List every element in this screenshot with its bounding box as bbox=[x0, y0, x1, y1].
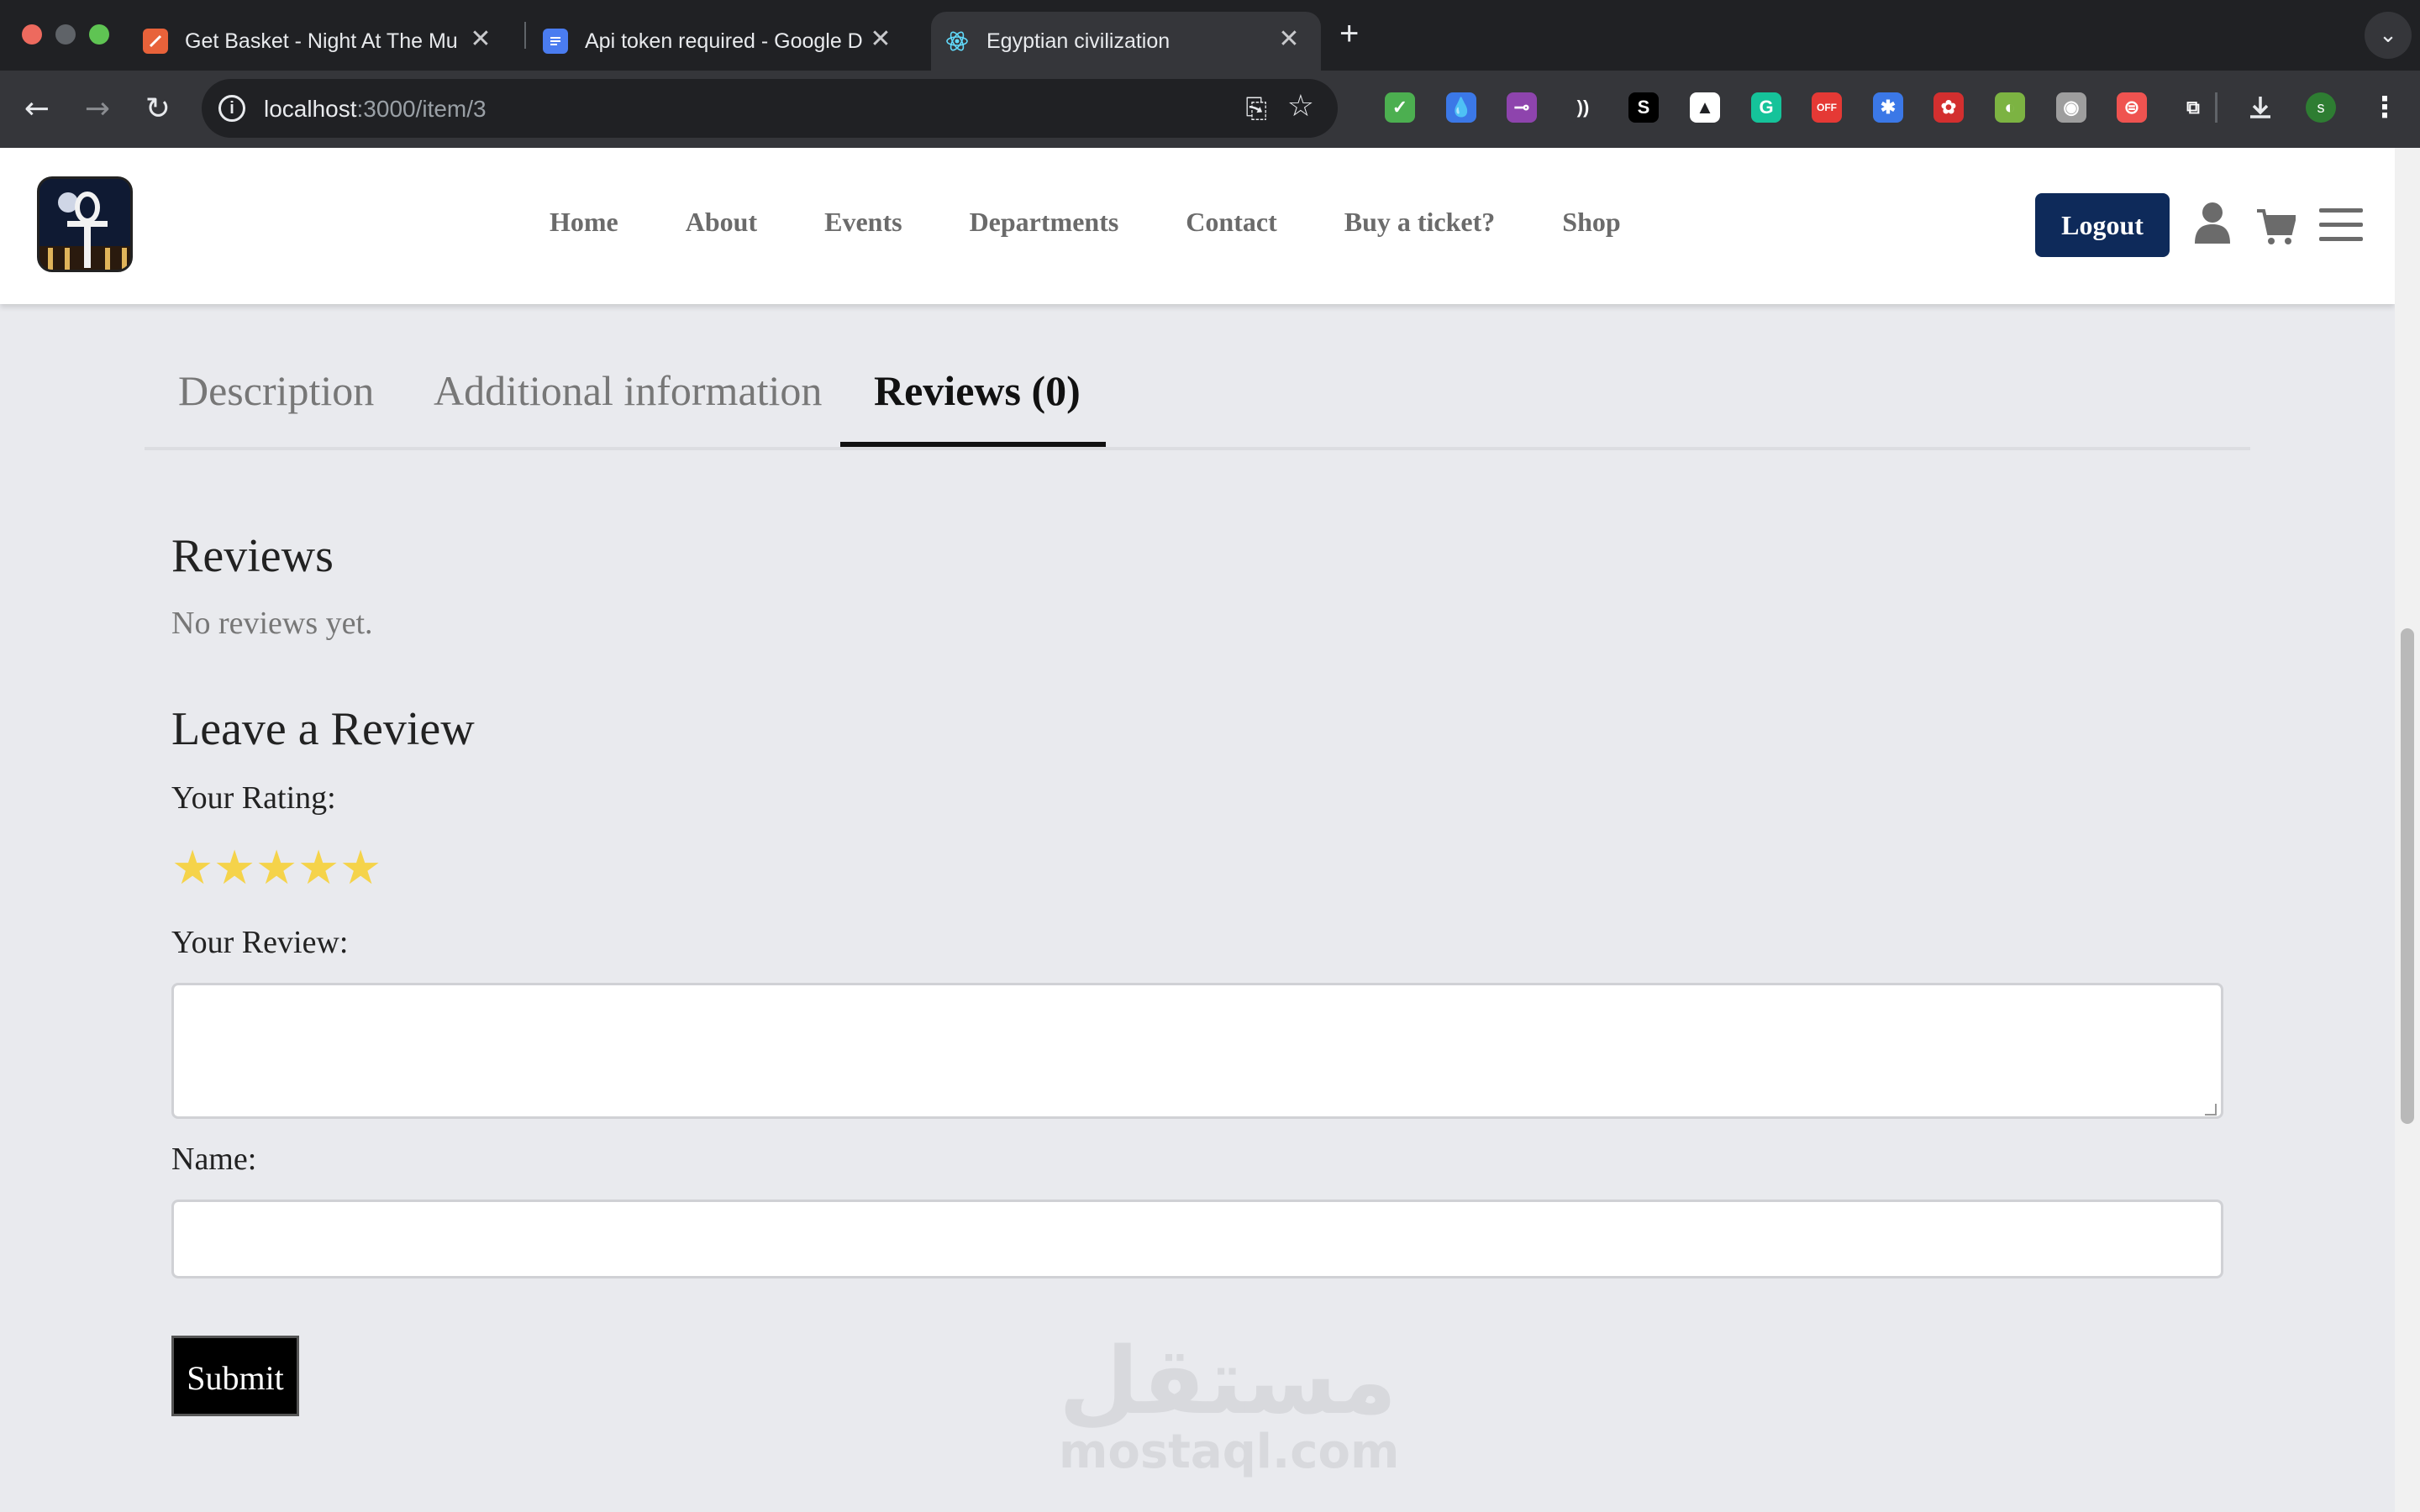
address-bar[interactable]: i localhost:3000/item/3 ⎘ ☆ bbox=[202, 79, 1338, 138]
star-icon[interactable]: ★ bbox=[255, 843, 297, 894]
s-extension-icon[interactable]: S bbox=[1628, 92, 1659, 123]
ankh-logo[interactable] bbox=[37, 176, 133, 272]
leave-review-heading: Leave a Review bbox=[171, 703, 475, 755]
arrow-extension-icon[interactable]: ▲ bbox=[1690, 92, 1720, 123]
off-extension-icon[interactable]: OFF bbox=[1812, 92, 1842, 123]
basket-favicon-icon bbox=[143, 29, 168, 54]
close-tab-icon[interactable]: ✕ bbox=[467, 27, 494, 54]
watermark-arabic: مستقل bbox=[1059, 1327, 1397, 1435]
minimize-window-button[interactable] bbox=[55, 24, 76, 45]
commit-extension-icon[interactable]: ⊸ bbox=[1507, 92, 1537, 123]
review-textarea[interactable] bbox=[171, 983, 2223, 1119]
tab-description[interactable]: Description bbox=[178, 366, 374, 415]
drop-extension-icon[interactable]: 💧 bbox=[1446, 92, 1476, 123]
maximize-window-button[interactable] bbox=[89, 24, 109, 45]
cart-icon[interactable] bbox=[2257, 208, 2297, 249]
browser-tab-google-docs[interactable]: Api token required - Google D ✕ bbox=[543, 12, 913, 71]
hamburger-menu-icon[interactable] bbox=[2319, 208, 2363, 246]
back-arrow-icon[interactable]: ← bbox=[15, 87, 59, 131]
watermark-latin: mostaql.com bbox=[1059, 1425, 1400, 1479]
close-tab-icon[interactable]: ✕ bbox=[867, 27, 894, 54]
wave-extension-icon[interactable]: )) bbox=[1568, 92, 1598, 123]
name-input[interactable] bbox=[171, 1200, 2223, 1278]
star-icon[interactable]: ★ bbox=[213, 843, 255, 894]
shield-extension-icon[interactable]: ✓ bbox=[1385, 92, 1415, 123]
star-icon[interactable]: ★ bbox=[297, 843, 339, 894]
gear-extension-icon[interactable]: ✱ bbox=[1873, 92, 1903, 123]
close-tab-icon[interactable]: ✕ bbox=[1276, 27, 1302, 54]
tab-search-chevron-icon[interactable]: ⌄ bbox=[2365, 12, 2412, 59]
tab-additional-information[interactable]: Additional information bbox=[434, 366, 822, 415]
bookmark-star-icon[interactable]: ☆ bbox=[1287, 89, 1314, 123]
puzzle-extension-icon[interactable]: ⧉ bbox=[2178, 92, 2208, 123]
grammarly-extension-icon[interactable]: G bbox=[1751, 92, 1781, 123]
close-window-button[interactable] bbox=[22, 24, 42, 45]
name-label: Name: bbox=[171, 1142, 257, 1177]
camera-extension-icon[interactable]: ◉ bbox=[2056, 92, 2086, 123]
install-app-icon[interactable]: ⎘ bbox=[1245, 92, 1267, 125]
tab-reviews[interactable]: Reviews (0) bbox=[874, 366, 1081, 415]
reload-icon[interactable]: ↻ bbox=[136, 87, 180, 131]
docs-favicon-icon bbox=[543, 29, 568, 54]
tab-title: Get Basket - Night At The Mu bbox=[185, 29, 458, 53]
profile-avatar[interactable]: s bbox=[2306, 92, 2336, 123]
bug-extension-icon[interactable]: ✿ bbox=[1933, 92, 1964, 123]
reviews-heading: Reviews bbox=[171, 530, 334, 582]
new-tab-icon[interactable]: + bbox=[1339, 15, 1359, 53]
react-favicon-icon bbox=[944, 29, 970, 54]
submit-button[interactable]: Submit bbox=[171, 1336, 299, 1416]
tab-divider bbox=[524, 22, 526, 49]
browser-tab-active[interactable]: Egyptian civilization ✕ bbox=[931, 12, 1321, 71]
browser-menu-icon[interactable]: ⋮ bbox=[2370, 91, 2400, 124]
browser-tab-strip: Get Basket - Night At The Mu ✕ Api token… bbox=[0, 0, 2420, 71]
forward-arrow-icon[interactable]: → bbox=[76, 87, 119, 131]
leaf-extension-icon[interactable]: ◐ bbox=[1995, 92, 2025, 123]
rating-label: Your Rating: bbox=[171, 780, 336, 816]
url-text[interactable]: localhost:3000/item/3 bbox=[264, 96, 487, 123]
site-info-icon[interactable]: i bbox=[218, 95, 245, 122]
tab-title: Egyptian civilization bbox=[986, 29, 1171, 53]
rating-stars: ★ ★ ★ ★ ★ bbox=[171, 843, 381, 894]
tab-title: Api token required - Google D bbox=[585, 29, 863, 53]
active-tab-indicator bbox=[840, 442, 1106, 447]
page-scrollbar-thumb[interactable] bbox=[2401, 628, 2414, 1124]
download-icon[interactable] bbox=[2245, 92, 2275, 123]
textarea-resize-handle[interactable] bbox=[2205, 1104, 2217, 1116]
toolbar-divider bbox=[2215, 92, 2217, 123]
no-reviews-text: No reviews yet. bbox=[171, 606, 373, 641]
star-icon[interactable]: ★ bbox=[339, 843, 381, 894]
review-label: Your Review: bbox=[171, 925, 349, 960]
star-icon[interactable]: ★ bbox=[171, 843, 213, 894]
browser-tab-basket[interactable]: Get Basket - Night At The Mu ✕ bbox=[143, 12, 513, 71]
translate-extension-icon[interactable]: ⊜ bbox=[2117, 92, 2147, 123]
